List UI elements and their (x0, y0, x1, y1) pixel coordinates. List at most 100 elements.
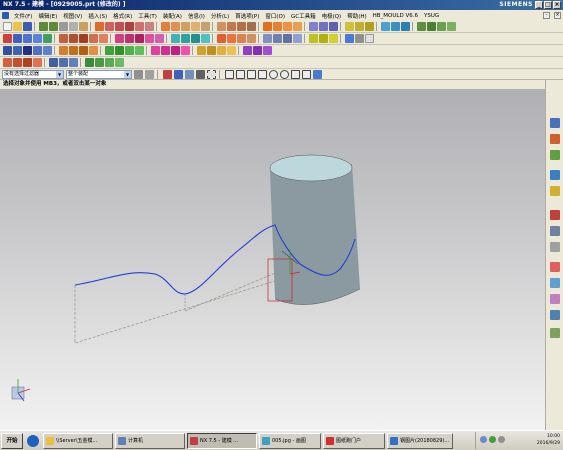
unsuppress-icon[interactable] (33, 58, 42, 67)
draft-icon[interactable] (227, 22, 236, 31)
snap-endpoint-icon[interactable] (225, 69, 234, 79)
spline-icon[interactable] (43, 34, 52, 43)
ruled-icon[interactable] (135, 34, 144, 43)
trim-body-icon[interactable] (237, 22, 246, 31)
bounded-plane-icon[interactable] (155, 34, 164, 43)
swept-icon[interactable] (125, 34, 134, 43)
intersect-icon[interactable] (181, 22, 190, 31)
clock[interactable]: 10:00 2016/9/29 (537, 433, 560, 447)
trim-curve-icon[interactable] (99, 34, 108, 43)
revolve-icon[interactable] (115, 22, 124, 31)
chamfer-icon[interactable] (201, 22, 210, 31)
unite-icon[interactable] (161, 22, 170, 31)
snap-point-on-curve-icon[interactable] (302, 69, 311, 79)
replace-face-icon[interactable] (161, 46, 170, 55)
copy-icon[interactable] (69, 22, 78, 31)
general-selection-icon[interactable] (134, 69, 143, 79)
ellipse-icon[interactable] (33, 46, 42, 55)
rectangle-icon[interactable] (3, 46, 12, 55)
text-icon[interactable] (23, 46, 32, 55)
layer-settings-icon[interactable] (345, 22, 354, 31)
taskbar-item-computer[interactable]: 计算机 (115, 432, 185, 449)
datum-sketch-frame[interactable] (74, 272, 276, 344)
top-view-icon[interactable] (273, 34, 282, 43)
arc-icon[interactable] (23, 34, 32, 43)
snap-point-icon[interactable] (3, 34, 12, 43)
mould-icon[interactable] (207, 46, 216, 55)
palette-tab-icon[interactable] (550, 328, 560, 338)
selection-scope-dropdown[interactable]: 整个装配 ▼ (66, 69, 132, 79)
network-icon[interactable] (480, 436, 487, 443)
graphics-window[interactable] (0, 89, 545, 430)
assembly-navigator-icon[interactable] (69, 58, 78, 67)
reuse-library-tab-icon[interactable] (550, 170, 560, 180)
curve-rule-icon[interactable] (174, 69, 183, 79)
menu-edit[interactable]: 编辑(E) (35, 12, 60, 20)
boss-icon[interactable] (135, 22, 144, 31)
body-select-icon[interactable] (196, 69, 205, 79)
select-feature-icon[interactable] (163, 69, 172, 79)
pocket-icon[interactable] (145, 22, 154, 31)
shell-icon[interactable] (217, 22, 226, 31)
process-studio-tab-icon[interactable] (550, 262, 560, 272)
security-icon[interactable] (489, 436, 496, 443)
analysis-icon[interactable] (401, 22, 410, 31)
n-sided-surface-icon[interactable] (145, 34, 154, 43)
edit-surface-icon[interactable] (115, 58, 124, 67)
box-icon[interactable] (263, 22, 272, 31)
snap-quadrant-icon[interactable] (280, 69, 289, 79)
manufacturing-wizards-tab-icon[interactable] (550, 278, 560, 288)
move-layer-icon[interactable] (355, 22, 364, 31)
iso-view-icon[interactable] (293, 34, 302, 43)
taskbar-item-nx[interactable]: NX 7.5 - 建模 ... (187, 432, 257, 449)
paste-icon[interactable] (79, 22, 88, 31)
open-file-icon[interactable] (13, 22, 22, 31)
snap-point-on-face-icon[interactable] (313, 69, 322, 79)
trim-sheet-icon[interactable] (191, 34, 200, 43)
feature-op-icon[interactable] (3, 58, 12, 67)
circle-icon[interactable] (33, 34, 42, 43)
plane-icon[interactable] (329, 34, 338, 43)
vector-icon[interactable] (319, 34, 328, 43)
menu-assemblies[interactable]: 装配(A) (160, 12, 185, 20)
offset-region-icon[interactable] (181, 46, 190, 55)
measure-distance-icon[interactable] (381, 22, 390, 31)
object-display-icon[interactable] (243, 46, 252, 55)
extend-sheet-icon[interactable] (201, 34, 210, 43)
menu-view[interactable]: 视图(V) (60, 12, 85, 20)
volume-icon[interactable] (498, 436, 505, 443)
snap-intersection-icon[interactable] (258, 69, 267, 79)
offset-surface-icon[interactable] (171, 34, 180, 43)
system-materials-tab-icon[interactable] (550, 242, 560, 252)
taskbar-item-portal[interactable]: 图纸跑门户 (323, 432, 385, 449)
pan-icon[interactable] (437, 22, 446, 31)
redo-icon[interactable] (49, 22, 58, 31)
point-icon[interactable] (309, 34, 318, 43)
cylinder-icon[interactable] (273, 22, 282, 31)
through-curves-icon[interactable] (115, 34, 124, 43)
snap-existing-point-icon[interactable] (291, 69, 300, 79)
blue-box-icon[interactable] (345, 34, 354, 43)
edges-view-icon[interactable] (237, 34, 246, 43)
section-curve-icon[interactable] (89, 46, 98, 55)
front-view-icon[interactable] (263, 34, 272, 43)
media-player-icon[interactable] (27, 434, 39, 447)
roles-tab-icon[interactable] (550, 294, 560, 304)
hole-icon[interactable] (125, 22, 134, 31)
extract-icon[interactable] (125, 46, 134, 55)
taskbar-item-server-folder[interactable]: \\Server\五金模... (43, 432, 113, 449)
helix-icon[interactable] (59, 46, 68, 55)
menu-hb-mould[interactable]: HB_MOULD V6.6 (370, 13, 421, 19)
menu-information[interactable]: 信息(I) (185, 12, 208, 20)
extrude-icon[interactable] (105, 22, 114, 31)
snap-arc-center-icon[interactable] (269, 69, 278, 79)
assembly-navigator-tab-icon[interactable] (550, 118, 560, 128)
menu-gc-toolkit[interactable]: GC工具箱 (288, 12, 319, 20)
edge-blend-icon[interactable] (191, 22, 200, 31)
type-filter-dropdown[interactable]: 没有选择过滤器 ▼ (2, 69, 64, 79)
surface-tool-icon[interactable] (95, 58, 104, 67)
law-curve-icon[interactable] (69, 46, 78, 55)
cut-icon[interactable] (59, 22, 68, 31)
cylinder-body[interactable] (269, 154, 361, 305)
constraint-navigator-tab-icon[interactable] (550, 134, 560, 144)
